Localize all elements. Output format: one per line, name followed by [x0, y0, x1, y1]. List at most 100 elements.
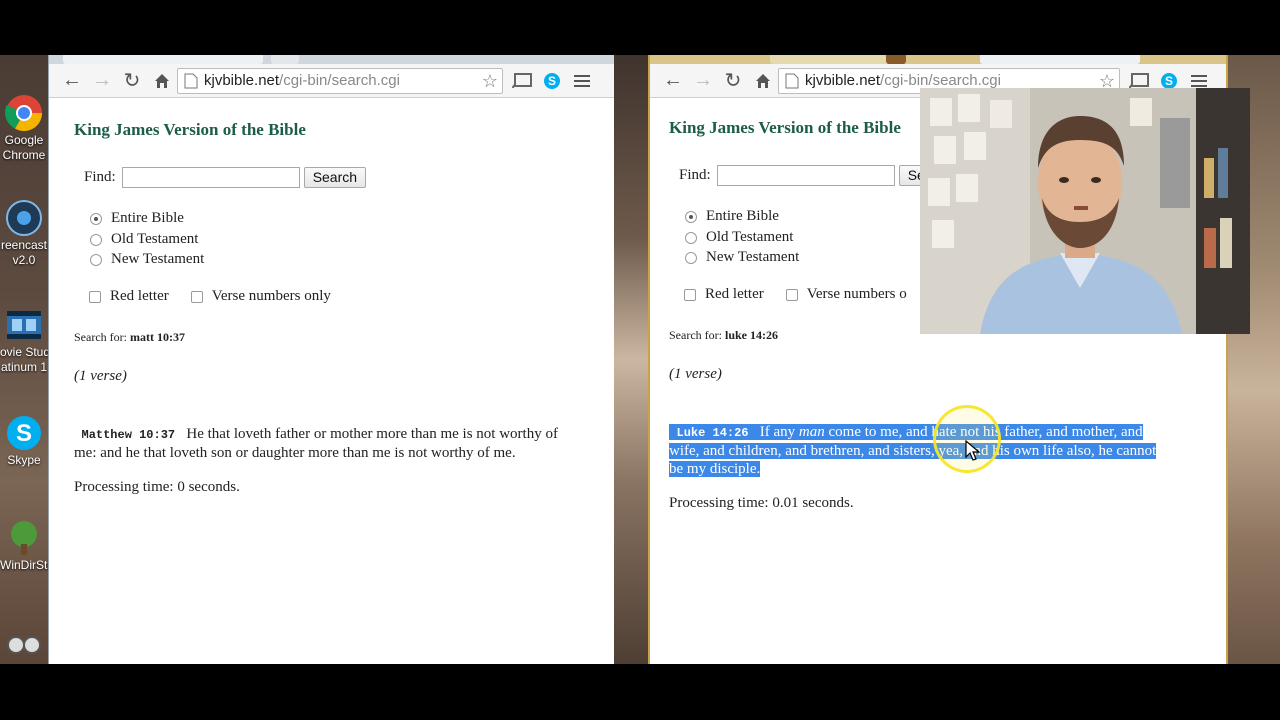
desktop-icon-label: v2.0 — [12, 253, 36, 267]
menu-button[interactable] — [567, 66, 597, 96]
search-button[interactable]: Search — [303, 167, 367, 188]
find-input[interactable] — [121, 167, 300, 188]
verse-result: Matthew 10:37 He that loveth father or m… — [74, 425, 609, 462]
url-domain: kjvbible.net — [204, 72, 280, 89]
tab-strip — [49, 55, 614, 64]
arrow-right-icon: → — [92, 69, 112, 91]
skype-icon: S — [1161, 72, 1177, 89]
options-row: Red letter Verse numbers only — [89, 288, 331, 305]
reload-button[interactable]: ↻ — [718, 66, 748, 96]
cast-button[interactable] — [507, 66, 537, 96]
tab[interactable] — [886, 55, 906, 64]
home-icon — [756, 73, 770, 88]
page-icon — [785, 73, 799, 88]
back-button[interactable]: ← — [658, 66, 688, 96]
desktop-icon-windirstat[interactable]: WinDirSta — [0, 518, 48, 573]
tab-strip — [650, 55, 1226, 64]
find-label: Find: — [84, 169, 116, 185]
reload-icon: ↻ — [123, 70, 141, 92]
home-icon — [155, 73, 169, 88]
search-for-line: Search for: luke 14:26 — [669, 328, 778, 343]
scope-option-old-testament[interactable]: Old Testament — [685, 229, 793, 246]
page-content: King James Version of the Bible Find: Se… — [49, 98, 614, 663]
webcam-presenter-image — [920, 88, 1250, 334]
red-letter-label: Red letter — [705, 286, 764, 302]
red-letter-checkbox[interactable] — [684, 288, 696, 301]
verse-reference: Matthew 10:37 — [81, 428, 176, 442]
scope-option-entire-bible[interactable]: Entire Bible — [685, 208, 779, 225]
desktop-icon-label: atinum 1 — [0, 360, 48, 374]
red-letter-checkbox[interactable] — [89, 290, 101, 303]
arrow-left-icon: ← — [62, 69, 82, 91]
svg-text:S: S — [548, 74, 556, 88]
verse-italic-word: man — [798, 424, 825, 440]
arrow-left-icon: ← — [663, 69, 683, 91]
letterbox-top — [0, 0, 1280, 55]
scope-option-new-testament[interactable]: New Testament — [685, 249, 799, 266]
url-path: /cgi-bin/search.cgi — [279, 72, 400, 89]
desktop-icon-partial[interactable] — [0, 625, 48, 664]
film-strip-icon — [7, 311, 41, 339]
forward-button[interactable]: → — [87, 66, 117, 96]
hamburger-menu-icon — [574, 74, 590, 87]
processing-time: Processing time: 0.01 seconds. — [669, 495, 854, 511]
skype-extension-button[interactable]: S — [537, 66, 567, 96]
verse-numbers-checkbox[interactable] — [190, 290, 203, 303]
hamburger-menu-icon — [1191, 74, 1207, 87]
home-button[interactable] — [748, 66, 778, 96]
verse-text-line: wife, and children, and brethren, and si… — [669, 443, 1157, 459]
desktop-icon-label: Chrome — [2, 148, 46, 162]
active-tab[interactable] — [980, 55, 1140, 64]
radio-button[interactable] — [90, 253, 102, 266]
skype-icon: S — [7, 416, 41, 450]
active-tab[interactable] — [63, 55, 263, 64]
desktop-icon-screencast[interactable]: reencast v2.0 — [0, 198, 48, 268]
radio-button[interactable] — [685, 251, 697, 264]
forward-button[interactable]: → — [688, 66, 718, 96]
tab[interactable] — [770, 55, 890, 64]
new-tab-button[interactable] — [271, 55, 299, 64]
desktop-icon-label: ovie Stud — [0, 345, 48, 359]
desktop-icon-movie-studio[interactable]: ovie Stud atinum 1 — [0, 305, 48, 375]
cast-icon — [512, 72, 532, 88]
radio-button-checked[interactable] — [90, 212, 102, 225]
scope-option-old-testament[interactable]: Old Testament — [90, 231, 198, 248]
page-title: King James Version of the Bible — [669, 118, 901, 137]
search-for-label: Search for: — [669, 328, 722, 342]
scope-label: Entire Bible — [706, 208, 779, 224]
find-input[interactable] — [716, 165, 895, 186]
verse-numbers-checkbox[interactable] — [785, 288, 798, 301]
search-query: luke 14:26 — [724, 328, 778, 342]
svg-text:S: S — [1165, 74, 1173, 88]
svg-text:S: S — [16, 420, 32, 447]
back-button[interactable]: ← — [57, 66, 87, 96]
radio-button[interactable] — [685, 231, 697, 244]
scope-option-new-testament[interactable]: New Testament — [90, 251, 204, 268]
options-row: Red letter Verse numbers o — [684, 286, 907, 303]
browser-window-left[interactable]: ← → ↻ kjvbible.net/cgi-bin/search.cgi ☆ … — [48, 55, 614, 664]
arrow-right-icon: → — [693, 69, 713, 91]
radio-button-checked[interactable] — [685, 210, 697, 223]
reload-icon: ↻ — [724, 70, 742, 92]
result-count: (1 verse) — [669, 366, 722, 382]
find-row: Find: Se — [679, 165, 934, 186]
scope-option-entire-bible[interactable]: Entire Bible — [90, 210, 184, 227]
processing-time: Processing time: 0 seconds. — [74, 479, 240, 495]
desktop-icon-google-chrome[interactable]: Google Chrome — [0, 93, 48, 163]
verse-text-line: He that loveth father or mother more tha… — [186, 426, 558, 442]
reload-button[interactable]: ↻ — [117, 66, 147, 96]
screencast-icon — [6, 200, 42, 236]
radio-button[interactable] — [90, 233, 102, 246]
verse-text-line: me: and he that loveth son or daughter m… — [74, 445, 516, 461]
desktop-icon-skype[interactable]: S Skype — [0, 413, 48, 468]
app-icon — [7, 636, 41, 654]
address-bar[interactable]: kjvbible.net/cgi-bin/search.cgi ☆ — [177, 67, 503, 94]
page-title: King James Version of the Bible — [74, 120, 306, 139]
bookmark-star-icon[interactable]: ☆ — [482, 71, 498, 92]
page-icon — [184, 73, 198, 88]
scope-label: Old Testament — [706, 229, 794, 245]
find-label: Find: — [679, 167, 711, 183]
chrome-icon — [4, 95, 43, 132]
desktop-icon-label: Google — [4, 133, 44, 147]
home-button[interactable] — [147, 66, 177, 96]
